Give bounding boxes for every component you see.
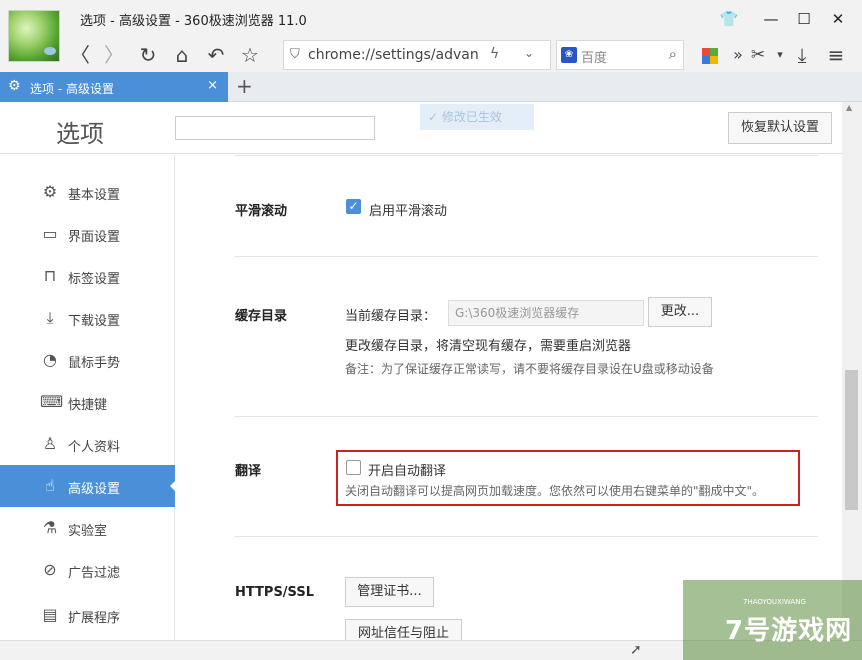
- mouse-icon: ◔: [43, 350, 57, 369]
- divider: [234, 155, 818, 156]
- sidebar-item-label: 扩展程序: [68, 611, 121, 626]
- watermark-subtext: 7HAOYOUXIWANG: [743, 598, 806, 606]
- home-icon[interactable]: ⌂: [168, 41, 196, 69]
- reload-icon[interactable]: ↻: [134, 41, 162, 69]
- tab-settings[interactable]: ⚙ 选项 - 高级设置 ×: [0, 72, 228, 102]
- scrollbar-thumb[interactable]: [845, 370, 858, 510]
- close-tab-icon[interactable]: ×: [207, 78, 218, 93]
- sidebar-item-label: 下载设置: [68, 314, 121, 329]
- scroll-up-arrow-icon[interactable]: ▲: [846, 103, 852, 112]
- address-bar[interactable]: ⛉ chrome://settings/advanc ϟ ⌄: [283, 40, 551, 70]
- auto-translate-checkbox[interactable]: [346, 460, 361, 475]
- tab-icon: ⊓: [43, 266, 57, 285]
- manage-certificates-button[interactable]: 管理证书...: [345, 577, 434, 607]
- window-icon: ▭: [42, 224, 58, 243]
- divider: [234, 416, 818, 417]
- rocket-icon[interactable]: ➚: [630, 642, 642, 658]
- divider: [234, 256, 818, 257]
- extension-icon: ▤: [42, 605, 58, 624]
- smooth-scroll-checkbox[interactable]: ✓: [346, 199, 361, 214]
- url-text[interactable]: chrome://settings/advanc: [308, 47, 478, 63]
- sidebar-item-label: 鼠标手势: [68, 356, 121, 371]
- search-engine-label: 百度: [581, 51, 608, 66]
- person-icon: ♙: [42, 434, 58, 453]
- cache-remark-note: 备注：为了保证缓存正常读写，请不要将缓存目录设在U盘或移动设备: [345, 362, 714, 376]
- cache-path-field: G:\360极速浏览器缓存: [448, 300, 644, 326]
- https-ssl-title: HTTPS/SSL: [235, 585, 314, 600]
- search-box[interactable]: ❀ 百度 ⌕: [556, 40, 684, 70]
- undo-close-tab-icon[interactable]: ↶: [202, 41, 230, 69]
- sidebar-item-download[interactable]: ⤓ 下载设置: [0, 297, 175, 339]
- title-bar: 选项 - 高级设置 - 360极速浏览器 11.0 👕 — ☐ ✕: [0, 0, 862, 62]
- sidebar-item-tabs[interactable]: ⊓ 标签设置: [0, 255, 175, 297]
- cache-change-note: 更改缓存目录，将清空现有缓存，需要重启浏览器: [345, 339, 632, 354]
- minimize-button[interactable]: —: [758, 6, 784, 32]
- hand-icon: ☝: [45, 476, 55, 495]
- browser-toolbar: 〈 〉 ↻ ⌂ ↶ ☆ ⛉ chrome://settings/advanc ϟ…: [0, 38, 862, 72]
- browser-logo: [8, 10, 60, 62]
- sidebar-item-interface[interactable]: ▭ 界面设置: [0, 213, 175, 255]
- settings-sidebar: ⚙ 基本设置 ▭ 界面设置 ⊓ 标签设置 ⤓ 下载设置 ◔ 鼠标手势 ⌨ 快捷键…: [0, 155, 176, 640]
- change-cache-button[interactable]: 更改...: [648, 297, 712, 327]
- close-window-button[interactable]: ✕: [825, 6, 851, 32]
- smooth-scroll-title: 平滑滚动: [235, 204, 288, 219]
- auto-translate-description: 关闭自动翻译可以提高网页加载速度。您依然可以使用右键菜单的"翻成中文"。: [345, 484, 765, 498]
- settings-content: 平滑滚动 ✓ 启用平滑滚动 缓存目录 当前缓存目录： G:\360极速浏览器缓存…: [176, 155, 842, 640]
- forward-icon[interactable]: 〉: [100, 41, 128, 69]
- sidebar-item-advanced[interactable]: ☝ 高级设置: [0, 465, 176, 507]
- watermark-logo: 7HAOYOUXIWANG 7号游戏网: [683, 580, 862, 660]
- sidebar-item-label: 实验室: [68, 524, 108, 539]
- smooth-scroll-label[interactable]: 启用平滑滚动: [369, 200, 447, 219]
- sidebar-item-label: 标签设置: [68, 272, 121, 287]
- sidebar-item-label: 广告过滤: [68, 566, 121, 581]
- page-title: 选项: [56, 120, 104, 148]
- settings-header: 选项 ✓ 修改已生效 恢复默认设置: [0, 102, 848, 154]
- watermark-text: 7号游戏网: [725, 616, 853, 646]
- new-tab-button[interactable]: +: [236, 74, 253, 98]
- sidebar-item-label: 高级设置: [68, 482, 121, 497]
- download-icon[interactable]: ⤓: [788, 41, 816, 69]
- sidebar-item-label: 基本设置: [68, 188, 121, 203]
- vertical-scrollbar[interactable]: [842, 102, 862, 640]
- sidebar-item-label: 个人资料: [68, 440, 121, 455]
- block-icon: ⊘: [43, 560, 57, 579]
- flask-icon: ⚗: [42, 518, 58, 537]
- sidebar-item-shortcuts[interactable]: ⌨ 快捷键: [0, 381, 175, 423]
- settings-search-input[interactable]: [175, 116, 375, 140]
- cache-current-label: 当前缓存目录：: [345, 309, 437, 324]
- window-title: 选项 - 高级设置 - 360极速浏览器 11.0: [80, 14, 307, 29]
- settings-gear-icon: ⚙: [8, 78, 21, 94]
- gear-icon: ⚙: [42, 182, 58, 201]
- speed-mode-icon[interactable]: ϟ: [490, 46, 499, 62]
- sidebar-item-mouse-gestures[interactable]: ◔ 鼠标手势: [0, 339, 175, 381]
- search-icon[interactable]: ⌕: [669, 45, 677, 63]
- sidebar-item-basic[interactable]: ⚙ 基本设置: [0, 171, 175, 213]
- skin-icon[interactable]: 👕: [716, 6, 742, 32]
- site-trust-button[interactable]: 网址信任与阻止: [345, 619, 462, 640]
- bookmark-star-icon[interactable]: ☆: [236, 41, 264, 69]
- tab-bar: ⚙ 选项 - 高级设置 × +: [0, 72, 862, 102]
- maximize-button[interactable]: ☐: [791, 6, 817, 32]
- address-dropdown-icon[interactable]: ⌄: [524, 46, 534, 60]
- sidebar-item-extensions[interactable]: ▤ 扩展程序: [0, 594, 175, 636]
- back-icon[interactable]: 〈: [66, 41, 94, 69]
- sidebar-item-label: 快捷键: [68, 398, 108, 413]
- sidebar-item-label: 界面设置: [68, 230, 121, 245]
- apps-icon[interactable]: [702, 48, 718, 64]
- download-icon: ⤓: [46, 308, 54, 327]
- sidebar-item-lab[interactable]: ⚗ 实验室: [0, 507, 175, 549]
- tab-label: 选项 - 高级设置: [30, 82, 114, 96]
- reset-defaults-button[interactable]: 恢复默认设置: [728, 112, 832, 144]
- translate-title: 翻译: [235, 464, 262, 479]
- menu-icon[interactable]: ≡: [822, 41, 850, 69]
- cache-dir-title: 缓存目录: [235, 309, 288, 324]
- sidebar-item-profile[interactable]: ♙ 个人资料: [0, 423, 175, 465]
- sidebar-item-adblock[interactable]: ⊘ 广告过滤: [0, 549, 175, 591]
- auto-translate-label[interactable]: 开启自动翻译: [368, 460, 446, 479]
- saved-toast: ✓ 修改已生效: [420, 104, 534, 130]
- security-shield-icon: ⛉: [290, 47, 300, 62]
- baidu-logo-icon[interactable]: ❀: [561, 47, 577, 63]
- divider: [234, 536, 818, 537]
- keyboard-icon: ⌨: [40, 392, 64, 411]
